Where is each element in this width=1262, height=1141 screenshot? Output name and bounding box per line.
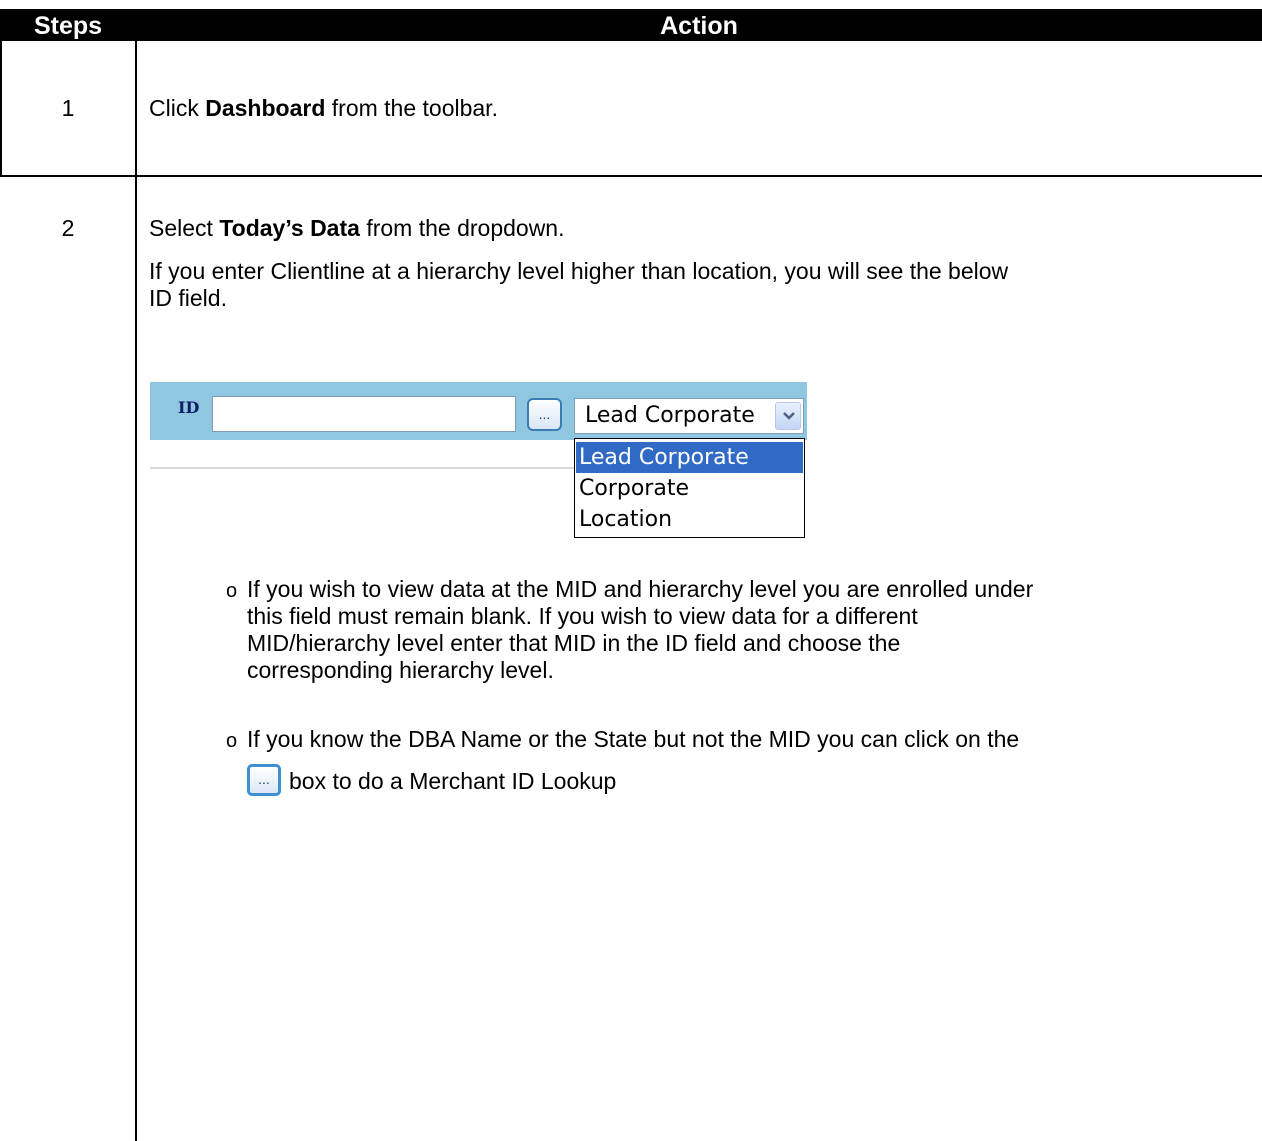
bullet-2-line-1: If you know the DBA Name or the State bu… [247,726,1020,752]
chevron-down-icon[interactable] [775,402,801,430]
ellipsis-icon: ... [258,771,270,787]
step-2-paragraph-line-2: ID field. [149,285,227,311]
hierarchy-level-value: Lead Corporate [585,403,755,428]
step-1-instruction: Click Dashboard from the toolbar. [149,95,498,122]
separator-line [150,467,575,469]
step-1-text-bold: Dashboard [205,95,326,121]
bullet-1-line-4: corresponding hierarchy level. [247,657,554,683]
bullet-1-line-2: this field must remain blank. If you wis… [247,603,918,629]
merchant-lookup-button[interactable]: ... [527,398,562,431]
bullet-2-line-2: box to do a Merchant ID Lookup [289,768,617,794]
table-header: Steps Action [0,9,1262,41]
step-2-text-pre: Select [149,215,220,241]
step-1-text-post: from the toolbar. [325,95,498,121]
bullet-1-line-1: If you wish to view data at the MID and … [247,576,1034,602]
id-label: ID [178,398,200,417]
column-divider [135,41,137,1141]
row-divider-1 [0,175,1262,177]
id-input[interactable] [212,396,516,432]
bullet-2-marker: o [226,730,238,752]
option-location[interactable]: Location [576,504,803,535]
step-1-number: 1 [61,95,75,121]
step-2-number: 2 [61,215,75,241]
bullet-1-line-3: MID/hierarchy level enter that MID in th… [247,630,901,656]
ellipsis-icon: ... [538,406,551,422]
hierarchy-level-select[interactable]: Lead Corporate [574,398,804,434]
hierarchy-level-options: Lead Corporate Corporate Location [574,438,805,538]
step-2-text-post: from the dropdown. [359,215,565,241]
option-corporate[interactable]: Corporate [576,473,803,504]
option-lead-corporate[interactable]: Lead Corporate [576,442,803,473]
header-action: Action [660,12,738,40]
step-2-text-bold: Today’s Data [219,215,360,241]
step-1-text-pre: Click [149,95,206,121]
step-2-paragraph-line-1: If you enter Clientline at a hierarchy l… [149,258,1009,284]
header-steps: Steps [33,12,103,40]
step-2-instruction: Select Today’s Data from the dropdown. [149,215,565,242]
bullet-1-marker: o [226,580,238,602]
merchant-lookup-icon: ... [247,764,281,796]
